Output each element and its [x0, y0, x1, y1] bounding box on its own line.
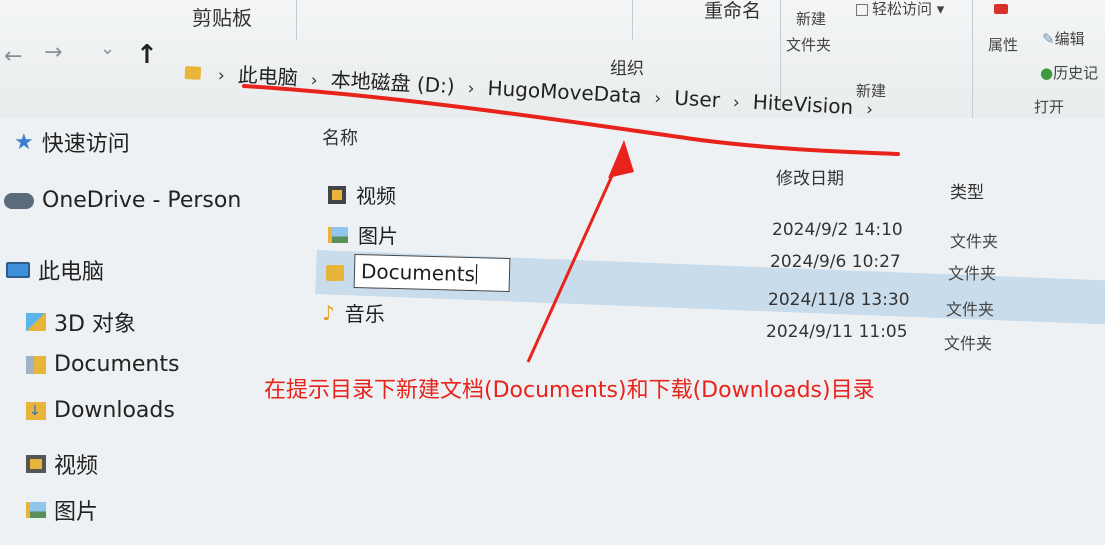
annotation-overlay	[242, 84, 900, 363]
annotation-arrow-head	[608, 140, 634, 178]
annotation-caption: 在提示目录下新建文档(Documents)和下载(Downloads)目录	[264, 378, 875, 403]
annotation-underline	[242, 84, 900, 156]
annotation-arrow-shaft	[526, 157, 622, 363]
